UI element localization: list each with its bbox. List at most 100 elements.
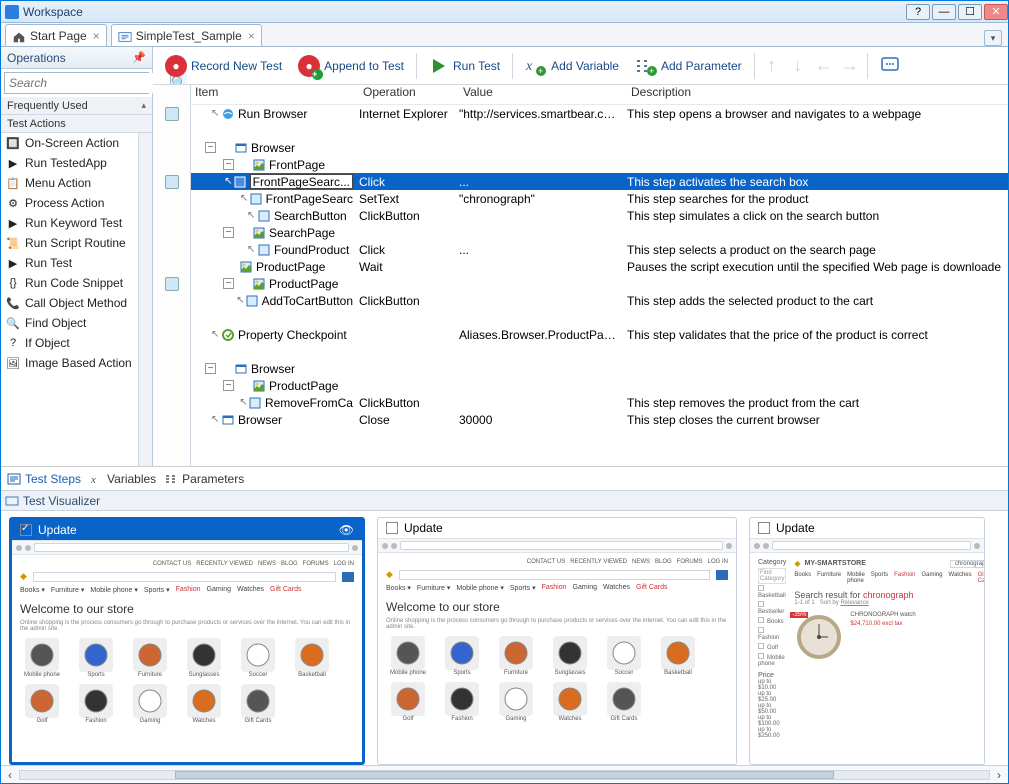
grid-row[interactable]: ProductPageWaitPauses the script executi…: [191, 258, 1008, 275]
screenshot-thumbnail: Category Find Category BasketballBestsel…: [750, 538, 984, 764]
breakpoint-gutter[interactable]: [153, 85, 191, 466]
move-right-button[interactable]: →: [839, 55, 861, 77]
minimize-button[interactable]: —: [932, 4, 956, 20]
operation-item[interactable]: 🔲On-Screen Action: [1, 133, 138, 153]
move-up-button[interactable]: ↑: [761, 55, 783, 77]
expand-toggle[interactable]: −: [223, 227, 234, 238]
expand-toggle[interactable]: −: [205, 142, 216, 153]
test-icon: [118, 30, 132, 42]
svg-text:+: +: [649, 66, 654, 76]
grid-row[interactable]: ↖SearchButtonClickButtonThis step simula…: [191, 207, 1008, 224]
expand-toggle[interactable]: −: [223, 380, 234, 391]
screenshot-thumbnail: CONTACT US RECENTLY VIEWED NEWS BLOG FOR…: [12, 540, 362, 762]
home-icon: [12, 30, 26, 42]
close-icon[interactable]: ×: [93, 29, 100, 43]
help-button[interactable]: ?: [906, 4, 930, 20]
tabs-overflow-button[interactable]: ▾: [984, 30, 1002, 46]
operation-item[interactable]: 📋Menu Action: [1, 173, 138, 193]
add-variable-button[interactable]: x+Add Variable: [519, 50, 625, 82]
grid-row[interactable]: ↖BrowserClose30000This step closes the c…: [191, 411, 1008, 428]
grid-row[interactable]: −Browser: [191, 139, 1008, 156]
grid-row[interactable]: ↖AddToCartButtonClickButtonThis step add…: [191, 292, 1008, 309]
tab-parameters[interactable]: Parameters: [164, 472, 244, 486]
expand-toggle[interactable]: −: [205, 363, 216, 374]
operation-icon: ?: [5, 335, 21, 351]
grid-row[interactable]: ↖FoundProductClick...This step selects a…: [191, 241, 1008, 258]
update-checkbox[interactable]: [758, 522, 770, 534]
grid-row[interactable]: −SearchPage: [191, 224, 1008, 241]
operation-icon: 🔍: [5, 315, 21, 331]
maximize-button[interactable]: ☐: [958, 4, 982, 20]
document-tabs: Start Page × SimpleTest_Sample × ▾: [1, 23, 1008, 47]
tab-test-steps[interactable]: Test Steps: [7, 472, 81, 486]
operation-icon: 📜: [5, 235, 21, 251]
expand-toggle[interactable]: −: [223, 159, 234, 170]
tab-variables[interactable]: xVariables: [89, 472, 156, 486]
scroll-right-icon[interactable]: ›: [990, 768, 1008, 782]
operations-search[interactable]: 🔍: [4, 72, 149, 94]
scrollbar[interactable]: [138, 133, 152, 466]
operation-item[interactable]: {}Run Code Snippet: [1, 273, 138, 293]
section-test-actions[interactable]: Test Actions: [1, 115, 152, 133]
move-left-button[interactable]: ←: [813, 55, 835, 77]
search-input[interactable]: [5, 73, 170, 93]
operation-item[interactable]: ?If Object: [1, 333, 138, 353]
visualizer-scrollbar[interactable]: ‹ ›: [1, 765, 1008, 783]
operation-item[interactable]: ▶Run TestedApp: [1, 153, 138, 173]
scroll-left-icon[interactable]: ‹: [1, 768, 19, 782]
operation-item[interactable]: ▶Run Keyword Test: [1, 213, 138, 233]
item-name-input[interactable]: FrontPageSearc...: [250, 174, 353, 189]
operation-icon: 🔲: [5, 135, 21, 151]
operation-icon: 📋: [5, 175, 21, 191]
node-icon: [234, 141, 248, 155]
grid-row[interactable]: −Browser: [191, 360, 1008, 377]
operation-icon: ⚙: [5, 195, 21, 211]
test-steps-grid[interactable]: Item Operation Value Description ↖Run Br…: [191, 85, 1008, 466]
comment-button[interactable]: [874, 50, 908, 82]
breakpoint-marker[interactable]: [165, 107, 179, 121]
grid-row[interactable]: ↖Property CheckpointAliases.Browser.Prod…: [191, 326, 1008, 343]
chevron-up-icon: ▴: [141, 100, 146, 111]
update-checkbox[interactable]: [20, 524, 32, 536]
operation-item[interactable]: ⚙Process Action: [1, 193, 138, 213]
grid-row[interactable]: ↖FrontPageSearc...Click...This step acti…: [191, 173, 1008, 190]
grid-row[interactable]: −ProductPage: [191, 377, 1008, 394]
breakpoint-marker[interactable]: [165, 175, 179, 189]
operation-item[interactable]: 📞Call Object Method: [1, 293, 138, 313]
section-frequently-used[interactable]: Frequently Used▴: [1, 97, 152, 115]
grid-row[interactable]: ↖FrontPageSearcSetText"chronograph"This …: [191, 190, 1008, 207]
move-down-button[interactable]: ↓: [787, 55, 809, 77]
operation-item[interactable]: 📜Run Script Routine: [1, 233, 138, 253]
pin-icon[interactable]: 📌: [132, 51, 146, 64]
record-new-test-button[interactable]: ●Record New Test: [159, 50, 288, 82]
close-button[interactable]: ✕: [984, 4, 1008, 20]
expand-toggle[interactable]: −: [223, 278, 234, 289]
operations-header: Operations 📌: [1, 47, 152, 69]
grid-row[interactable]: −ProductPage: [191, 275, 1008, 292]
svg-text:x: x: [90, 474, 96, 486]
tab-start-page[interactable]: Start Page ×: [5, 24, 107, 46]
operation-item[interactable]: 🔍Find Object: [1, 313, 138, 333]
run-test-button[interactable]: Run Test: [423, 50, 506, 82]
grid-row[interactable]: ↖RemoveFromCaClickButtonThis step remove…: [191, 394, 1008, 411]
parameters-icon: [164, 472, 178, 486]
cursor-icon: ↖: [224, 176, 232, 187]
eye-icon[interactable]: 👁: [339, 523, 354, 537]
visualizer-icon: [5, 494, 19, 508]
update-checkbox[interactable]: [386, 522, 398, 534]
visualizer-frame[interactable]: Update👁 CONTACT US RECENTLY VIEWED NEWS …: [9, 517, 365, 765]
grid-row[interactable]: ↖Run BrowserInternet Explorer"http://ser…: [191, 105, 1008, 122]
breakpoint-marker[interactable]: [165, 277, 179, 291]
operation-item[interactable]: 🖼Image Based Action: [1, 353, 138, 373]
grid-row[interactable]: −FrontPage: [191, 156, 1008, 173]
visualizer-frame[interactable]: Update Category Find Category Basketball…: [749, 517, 985, 765]
tab-simpletest[interactable]: SimpleTest_Sample ×: [111, 24, 262, 46]
app-icon: [5, 5, 19, 19]
append-to-test-button[interactable]: ●+Append to Test: [292, 50, 410, 82]
visualizer-frame[interactable]: Update CONTACT US RECENTLY VIEWED NEWS B…: [377, 517, 737, 765]
close-icon[interactable]: ×: [248, 29, 255, 43]
operation-item[interactable]: ▶Run Test: [1, 253, 138, 273]
test-toolbar: ●Record New Test ●+Append to Test Run Te…: [153, 47, 1008, 85]
node-icon: [221, 328, 235, 342]
add-parameter-button[interactable]: +Add Parameter: [629, 50, 748, 82]
